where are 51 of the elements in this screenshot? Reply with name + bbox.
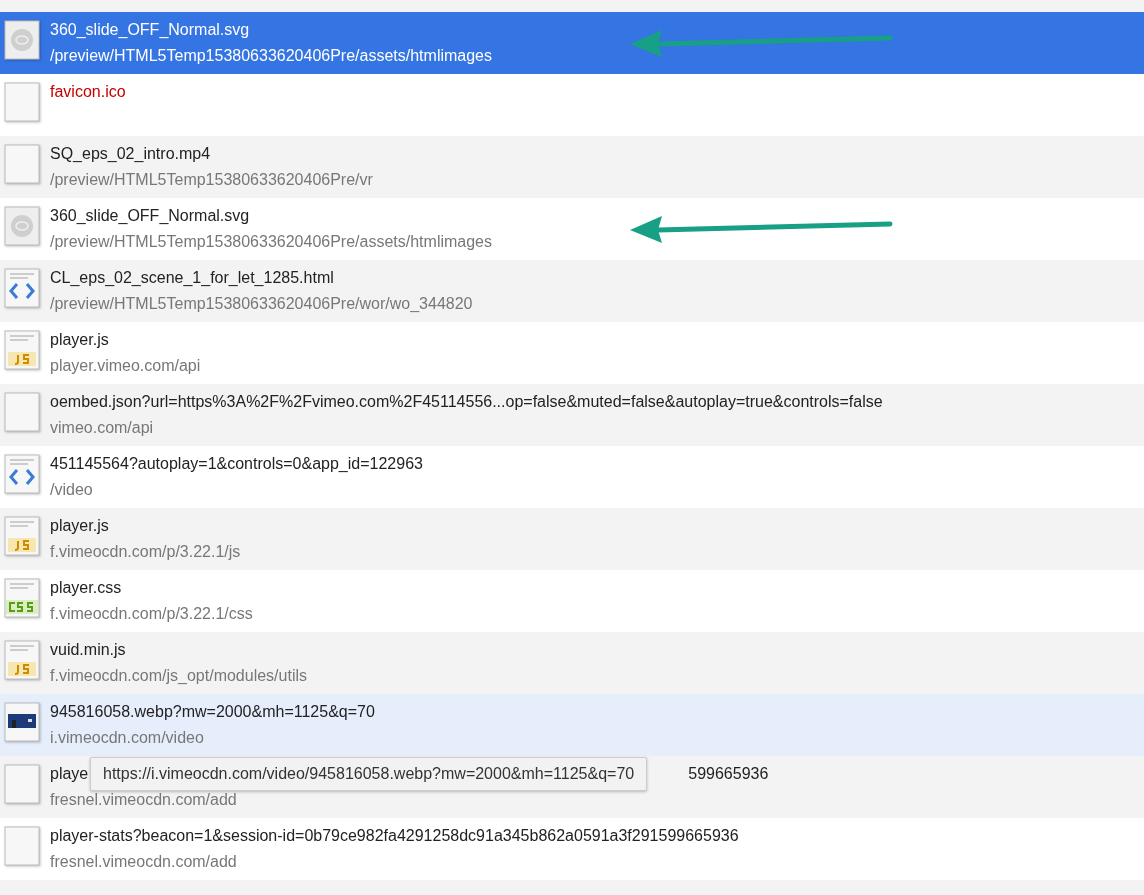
js-file-icon [4,640,40,680]
request-row[interactable]: favicon.ico [0,74,1144,136]
file-icon [4,82,40,122]
file-name: 599665936 [688,764,769,784]
code-file-icon [4,268,40,308]
request-row[interactable]: player.css f.vimeocdn.com/p/3.22.1/css [0,570,1144,632]
image-thumbnail-icon [4,702,40,742]
request-row[interactable]: player-stats?beacon=1&session-id=0b79ce982fa4291258dc91a345b862a0591a3f291599665936 fresnel.vimeocdn.com/add [0,818,1144,880]
js-file-icon [4,516,40,556]
file-name: player.js [50,516,110,536]
file-name: oembed.json?url=https%3A%2F%2Fvimeo.com%2F45114556...op=false&muted=false&autoplay=true&controls=false [50,392,883,412]
file-path: i.vimeocdn.com/video [50,728,205,748]
file-name: SQ_eps_02_intro.mp4 [50,144,212,164]
request-row[interactable]: 360_slide_OFF_Normal.svg /preview/HTML5Temp15380633620406Pre/assets/htmlimages [0,12,1144,74]
file-path: f.vimeocdn.com/js_opt/modules/utils [50,666,307,686]
file-path: vimeo.com/api [50,418,155,438]
request-row[interactable]: 360_slide_OFF_Normal.svg /preview/HTML5Temp15380633620406Pre/assets/htmlimages [0,198,1144,260]
image-icon [4,206,40,246]
file-path: f.vimeocdn.com/p/3.22.1/css [50,604,253,624]
file-name: player-stats?beacon=1&session-id=0b79ce982fa4291258dc91a345b862a0591a3f291599665936 [50,826,739,846]
image-icon [4,20,40,60]
file-path: fresnel.vimeocdn.com/add [50,790,238,810]
file-name: playe [50,764,89,784]
file-path: fresnel.vimeocdn.com/add [50,852,238,872]
js-file-icon [4,330,40,370]
file-icon [4,144,40,184]
file-name: 945816058.webp?mw=2000&mh=1125&q=70 [50,702,375,722]
file-path: player.vimeo.com/api [50,356,201,376]
file-path: /preview/HTML5Temp15380633620406Pre/assets/htmlimages [50,232,492,252]
file-name: vuid.min.js [50,640,127,660]
code-file-icon [4,454,40,494]
css-file-icon [4,578,40,618]
file-path: /preview/HTML5Temp15380633620406Pre/wor/wo_344820 [50,294,473,314]
file-name: 451145564?autoplay=1&controls=0&app_id=122963 [50,454,423,474]
request-row[interactable]: 451145564?autoplay=1&controls=0&app_id=122963 /video [0,446,1144,508]
file-icon [4,392,40,432]
file-name: CL_eps_02_scene_1_for_let_1285.html [50,268,335,288]
file-path: /preview/HTML5Temp15380633620406Pre/vr [50,170,373,190]
file-icon [4,826,40,866]
file-name: 360_slide_OFF_Normal.svg [50,20,251,40]
file-path: f.vimeocdn.com/p/3.22.1/js [50,542,241,562]
url-tooltip: https://i.vimeocdn.com/video/945816058.webp?mw=2000&mh=1125&q=70 [90,757,648,791]
file-path: /preview/HTML5Temp15380633620406Pre/assets/htmlimages [50,46,492,66]
request-row[interactable]: 945816058.webp?mw=2000&mh=1125&q=70 i.vimeocdn.com/video [0,694,1144,756]
file-icon [4,764,40,804]
file-name: player.css [50,578,123,598]
file-path: /video [50,480,94,500]
file-name: player.js [50,330,110,350]
file-name: favicon.ico [50,82,126,102]
request-row[interactable]: player.js player.vimeo.com/api [0,322,1144,384]
file-name: 360_slide_OFF_Normal.svg [50,206,251,226]
